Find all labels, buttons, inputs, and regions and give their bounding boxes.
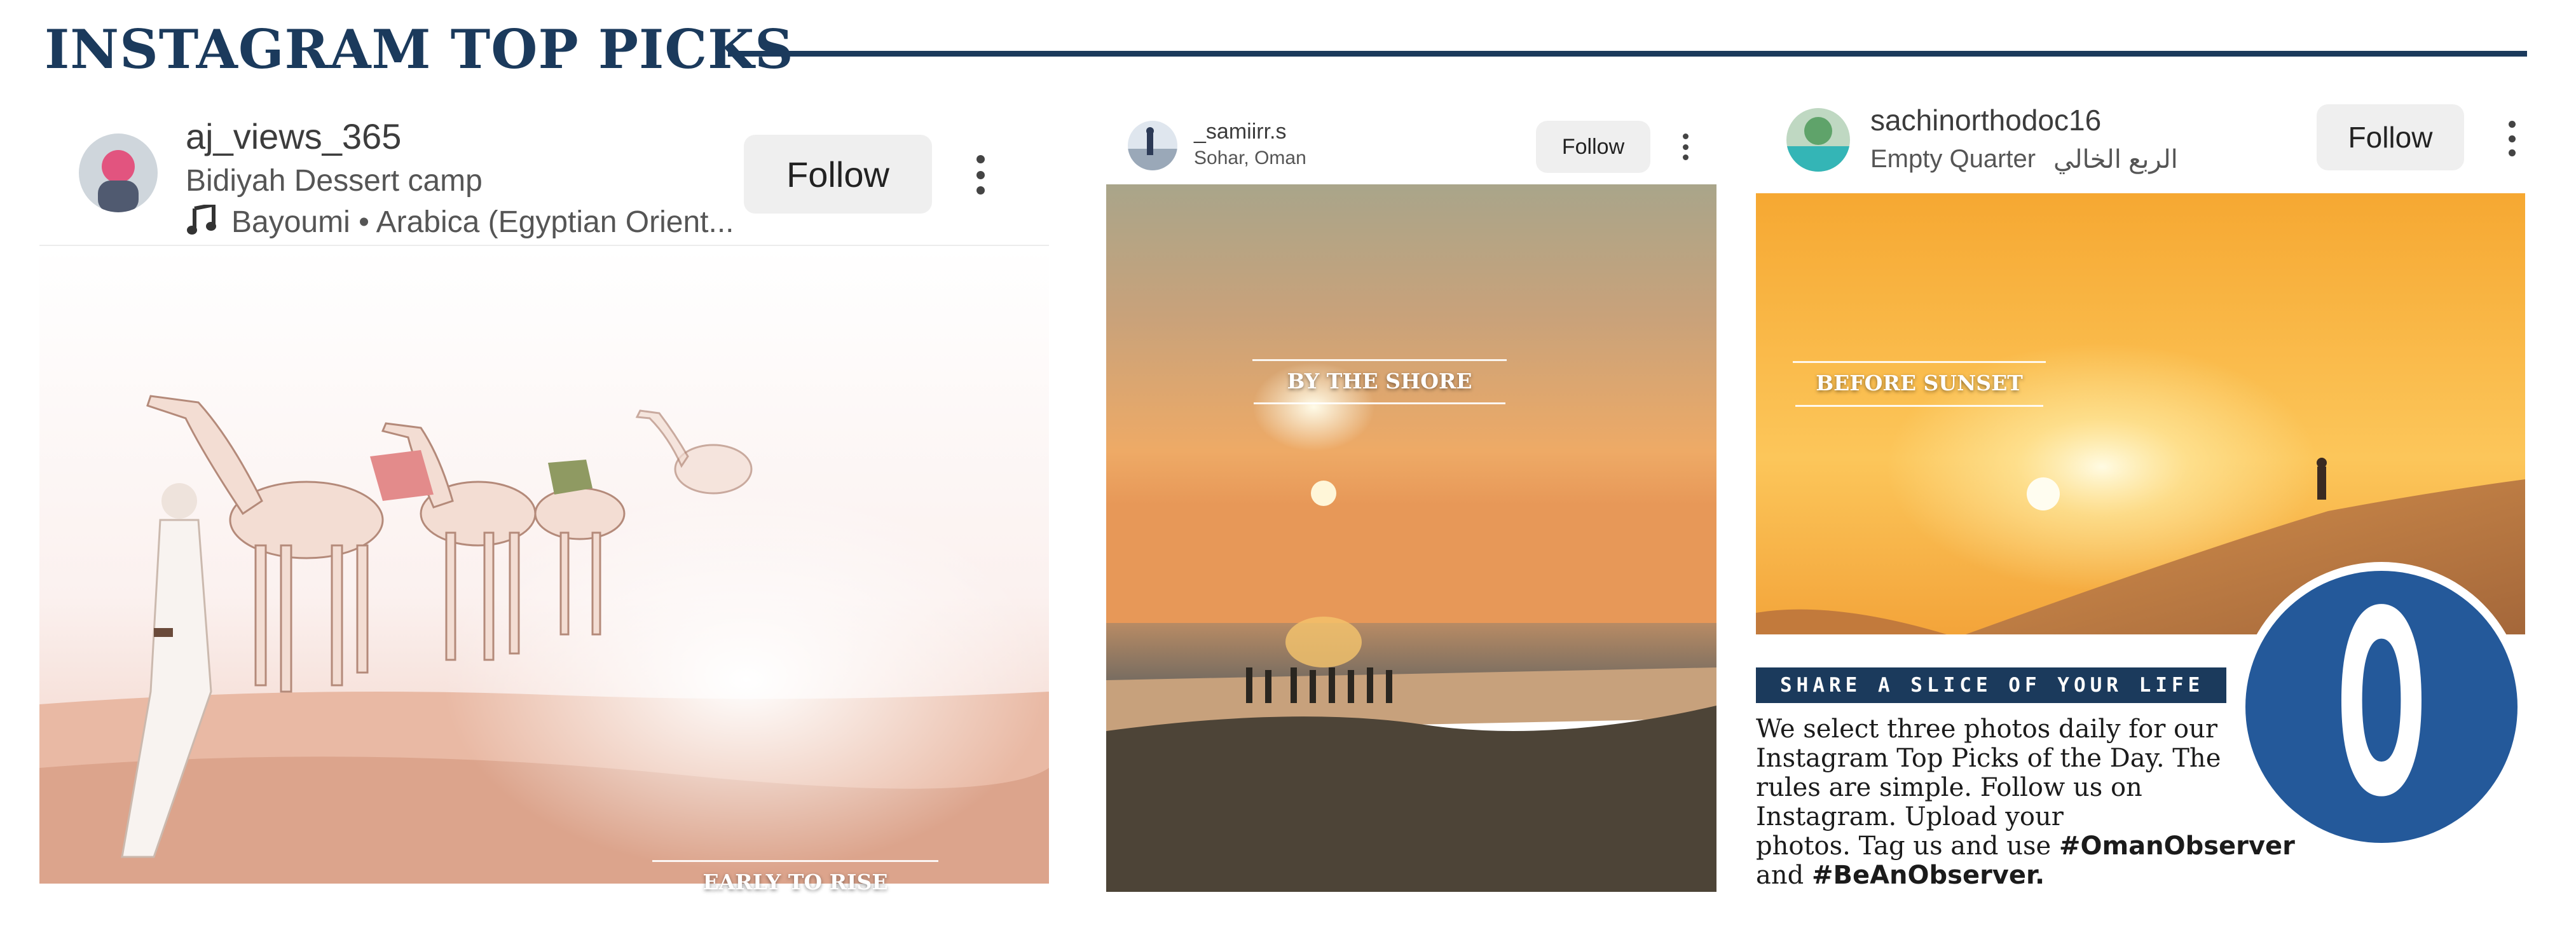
- logo-letter: O: [2336, 557, 2427, 853]
- post-card-2: _samiirr.s Sohar, Oman Follow BY THE SHO…: [1106, 107, 1716, 892]
- promo-banner: SHARE A SLICE OF YOUR LIFE: [1756, 667, 2226, 703]
- promo-line: rules are simple. Follow us on: [1756, 773, 2142, 802]
- observer-logo: O: [2235, 559, 2528, 852]
- caption-rule-bottom: [1254, 402, 1505, 404]
- promo-body: We select three photos daily for our Ins…: [1756, 715, 2295, 890]
- page-title: INSTAGRAM TOP PICKS: [45, 18, 794, 81]
- title-divider: [728, 51, 2527, 57]
- avatar[interactable]: [79, 133, 158, 212]
- avatar[interactable]: [1128, 121, 1177, 170]
- more-options-icon[interactable]: [1681, 133, 1690, 160]
- promo-line: We select three photos daily for our: [1756, 715, 2217, 744]
- promo-line: and #BeAnObserver.: [1756, 861, 2290, 890]
- post-username[interactable]: sachinorthodoc16: [1870, 103, 2101, 137]
- post-header-divider: [39, 245, 1049, 246]
- promo-line: photos. Tag us and use #OmanObserver: [1756, 831, 2295, 861]
- post-music[interactable]: Bayoumi • Arabica (Egyptian Orient...: [231, 205, 734, 240]
- post-location[interactable]: Sohar, Oman: [1194, 147, 1306, 169]
- post-username[interactable]: _samiirr.s: [1194, 120, 1286, 144]
- post-username[interactable]: aj_views_365: [186, 116, 401, 157]
- caption-rule-top: [652, 860, 938, 862]
- post-location[interactable]: Bidiyah Dessert camp: [186, 163, 483, 198]
- photo-caption: BY THE SHORE: [1287, 369, 1472, 393]
- promo-line: Instagram Top Picks of the Day. The: [1756, 744, 2221, 773]
- avatar[interactable]: [1786, 108, 1850, 172]
- follow-button[interactable]: Follow: [744, 135, 932, 214]
- follow-button[interactable]: Follow: [1536, 121, 1650, 173]
- music-note-icon: [187, 202, 216, 235]
- more-options-icon[interactable]: [974, 155, 987, 195]
- caption-rule-top: [1793, 361, 2046, 363]
- hashtag-be-an-observer[interactable]: #BeAnObserver.: [1812, 861, 2045, 890]
- caption-rule-bottom: [1795, 405, 2043, 407]
- promo-line: Instagram. Upload your: [1756, 802, 2064, 831]
- promo-line-text: and: [1756, 861, 1812, 890]
- photo-caption: BEFORE SUNSET: [1816, 371, 2023, 395]
- follow-button[interactable]: Follow: [2317, 104, 2464, 170]
- post-photo[interactable]: [39, 247, 1049, 884]
- post-photo[interactable]: [1106, 184, 1716, 892]
- post-location-arabic[interactable]: الربع الخالي: [2053, 145, 2178, 174]
- caption-rule-bottom: [650, 905, 941, 907]
- more-options-icon[interactable]: [2506, 121, 2518, 156]
- promo-banner-text: SHARE A SLICE OF YOUR LIFE: [1780, 674, 2205, 697]
- caption-rule-top: [1252, 359, 1507, 361]
- promo-line-text: photos. Tag us and use: [1756, 831, 2059, 861]
- photo-caption: EARLY TO RISE: [702, 870, 888, 894]
- post-card-1: aj_views_365 Bidiyah Dessert camp Bayoum…: [39, 102, 1049, 907]
- post-location[interactable]: Empty Quarter: [1870, 145, 2036, 174]
